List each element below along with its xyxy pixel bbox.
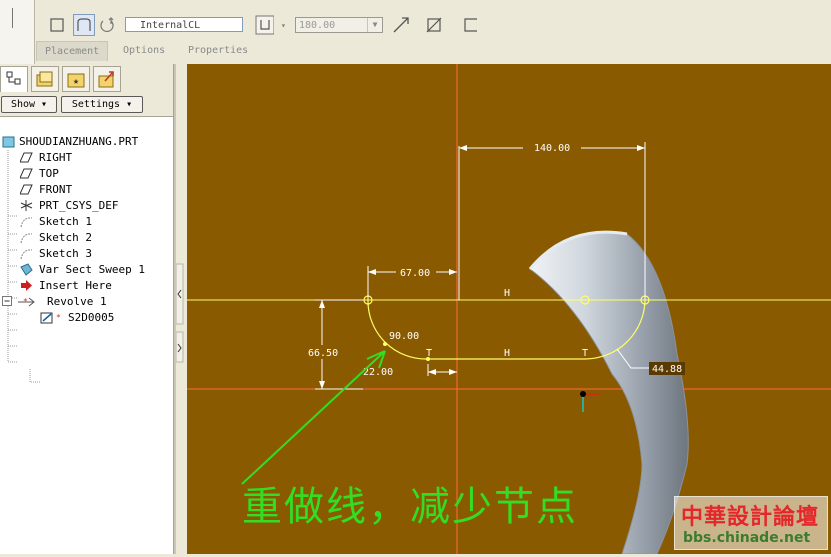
tree-item-label: Var Sect Sweep 1	[39, 263, 145, 276]
angle-value: 180.00	[299, 20, 336, 31]
tree-item-label: Sketch 3	[39, 247, 92, 260]
insert-arrow-icon	[21, 280, 32, 291]
axis-reference-field[interactable]: InternalCL	[125, 17, 243, 32]
angle-option-button[interactable]	[253, 13, 275, 35]
tree-item-label: Insert Here	[39, 279, 112, 292]
angle-option-chevron-icon[interactable]: ▾	[281, 21, 286, 30]
constraint-horizontal[interactable]: H	[504, 348, 510, 359]
solid-icon	[50, 18, 64, 32]
svg-text:★: ★	[73, 76, 79, 87]
tab-properties[interactable]: Properties	[180, 41, 256, 60]
flip-direction-button[interactable]	[390, 14, 412, 36]
dimension-22[interactable]: 22.00	[363, 367, 393, 378]
revolve-icon: *	[18, 297, 35, 307]
sketch-icon	[20, 249, 33, 260]
dimension-90[interactable]: 90.00	[389, 331, 419, 342]
connections-icon	[98, 71, 114, 88]
sketch-define-button[interactable]	[96, 14, 118, 36]
constraint-horizontal[interactable]: H	[504, 288, 510, 299]
connections-tab[interactable]	[93, 66, 121, 92]
angle-dropdown-icon[interactable]: ▼	[367, 18, 382, 32]
sketch-icon	[20, 233, 33, 244]
watermark-title: 中華設計論壇	[681, 505, 820, 530]
flip-direction-icon	[393, 17, 409, 33]
dashboard: InternalCL ▾ 180.00 ▼ Placement Options …	[0, 0, 831, 64]
tab-options[interactable]: Options	[115, 41, 173, 60]
tree-item-label: PRT_CSYS_DEF	[39, 199, 119, 212]
section-sketch-icon: *	[40, 312, 61, 324]
remove-material-icon	[464, 18, 477, 32]
sketch-icon	[20, 217, 33, 228]
part-icon	[2, 136, 15, 148]
folder-icon	[36, 71, 53, 87]
model-tree-tab[interactable]	[0, 66, 28, 92]
dimension-67[interactable]: 67.00	[400, 268, 430, 279]
navigator-splitter[interactable]	[174, 64, 187, 554]
dimension-44[interactable]: 44.88	[652, 364, 682, 375]
splitter-handle	[174, 64, 184, 554]
model-tree-icon	[6, 71, 21, 85]
sketch-point[interactable]	[383, 342, 387, 346]
sketch-arc-left[interactable]	[367, 299, 585, 360]
tree-item-label: Sketch 1	[39, 215, 92, 228]
angle-option-icon	[255, 15, 275, 35]
site-watermark: 中華設計論壇 bbs.chinade.net	[674, 496, 828, 550]
svg-text:*: *	[23, 297, 28, 306]
navigator-tabbar: ★	[0, 64, 173, 94]
surface-icon	[77, 18, 91, 31]
dashboard-left-strip	[0, 0, 35, 64]
collapse-icon[interactable]	[2, 296, 13, 307]
dimension-140[interactable]: 140.00	[534, 143, 570, 154]
datum-plane-icon	[20, 184, 33, 195]
favorites-icon: ★	[67, 73, 85, 88]
strip-divider	[12, 8, 13, 28]
solid-toggle-button[interactable]	[46, 14, 68, 36]
tree-item-label: Sketch 2	[39, 231, 92, 244]
tree-item-label: Revolve 1	[47, 295, 107, 308]
tree-item-label: TOP	[39, 167, 59, 180]
datum-plane-icon	[20, 168, 33, 179]
svg-text:*: *	[56, 313, 61, 322]
constraint-tangent[interactable]: T	[426, 348, 432, 359]
angle-value-field[interactable]: 180.00 ▼	[295, 17, 383, 33]
dimension-66[interactable]: 66.50	[308, 348, 338, 359]
datum-plane-icon	[20, 152, 33, 163]
surface-toggle-button[interactable]	[73, 14, 95, 36]
tree-item-label: RIGHT	[39, 151, 73, 164]
tree-item-label: SHOUDIANZHUANG.PRT	[19, 135, 139, 148]
csys-origin[interactable]	[580, 391, 586, 397]
graphics-window[interactable]: 140.00 67.00 66.50 90.00 22.00 44.88 H H…	[187, 64, 831, 554]
thicken-icon	[426, 17, 442, 33]
favorites-tab[interactable]: ★	[62, 66, 90, 92]
csys-icon	[20, 200, 33, 211]
folder-browser-tab[interactable]	[31, 66, 59, 92]
tree-item-label: S2D0005	[68, 311, 115, 324]
tree-item-label: FRONT	[39, 183, 73, 196]
remove-material-button[interactable]	[460, 14, 482, 36]
watermark-url: bbs.chinade.net	[683, 530, 811, 546]
sweep-icon	[20, 263, 33, 276]
navigator-buttons: Show ▾ Settings ▾	[0, 94, 173, 117]
show-menu-button[interactable]: Show ▾	[1, 96, 57, 113]
settings-menu-button[interactable]: Settings ▾	[61, 96, 143, 113]
thicken-button[interactable]	[423, 14, 445, 36]
constraint-tangent[interactable]: T	[582, 348, 588, 359]
annotation-text: 重做线，减少节点	[242, 484, 578, 530]
model-navigator: ★ Show ▾ Settings ▾ SHOUDIANZHUANG.PRT R…	[0, 64, 174, 554]
annotation-arrow	[241, 350, 386, 485]
revolve-sketch-icon	[100, 17, 114, 32]
tab-placement[interactable]: Placement	[36, 41, 109, 61]
